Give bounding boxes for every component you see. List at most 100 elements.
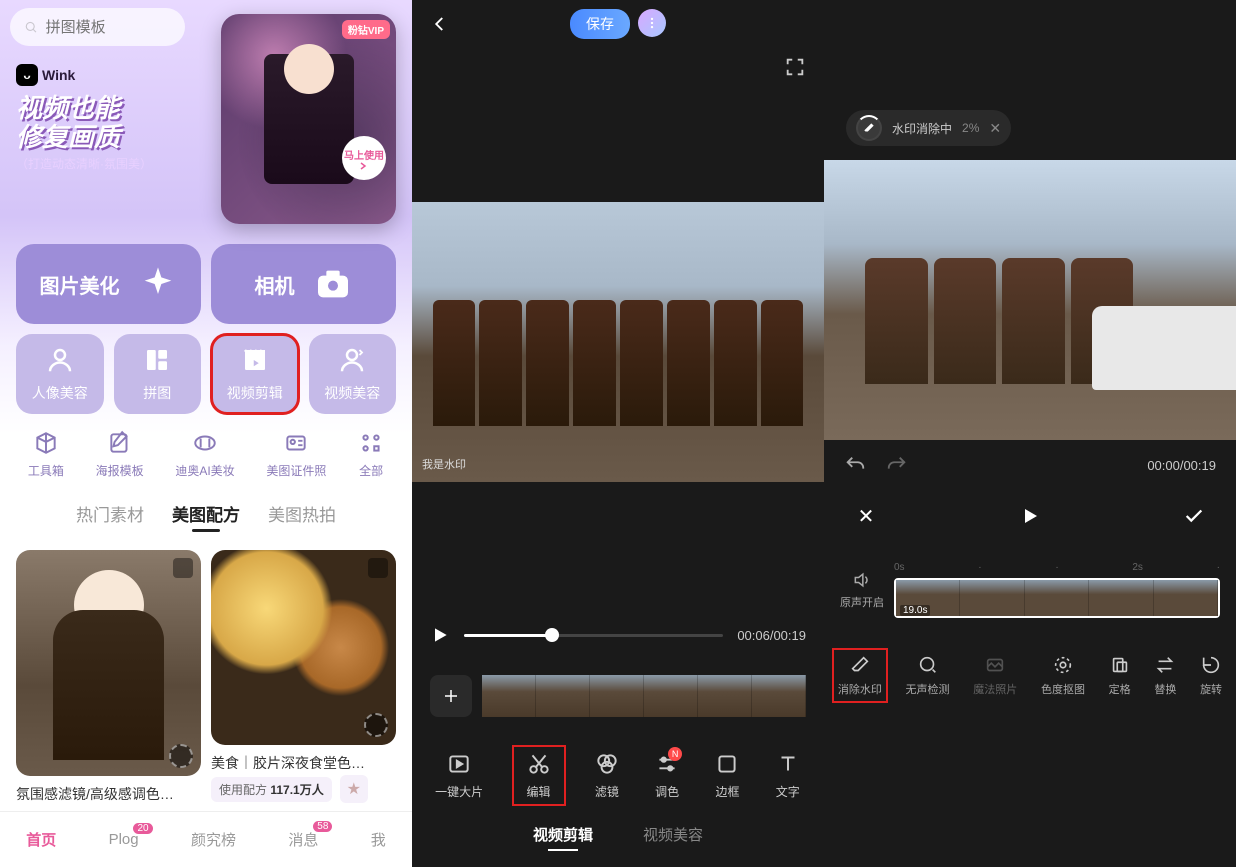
tool-replace[interactable]: 替换 xyxy=(1154,654,1176,697)
wink-logo-icon: ᴗ xyxy=(16,64,38,86)
tab-recipe[interactable]: 美图配方 xyxy=(172,501,240,532)
portrait-beauty-button[interactable]: 人像美容 xyxy=(16,334,104,414)
subtab-video-beauty[interactable]: 视频美容 xyxy=(643,824,703,851)
tool-freeze[interactable]: 定格 xyxy=(1109,654,1131,697)
collage-button[interactable]: 拼图 xyxy=(114,334,202,414)
feed-title: 美食｜胶片深夜食堂色… xyxy=(211,753,396,769)
camera-button[interactable]: 相机 xyxy=(211,244,396,324)
content-tabs: 热门素材 美图配方 美图热拍 xyxy=(0,491,412,542)
progress-slider[interactable] xyxy=(464,634,723,637)
clapperboard-icon xyxy=(240,345,270,375)
confirm-button[interactable] xyxy=(1182,504,1206,528)
more-button[interactable] xyxy=(638,9,666,37)
check-icon xyxy=(1183,505,1205,527)
redo-icon[interactable] xyxy=(886,454,908,476)
toolbox-button[interactable]: 工具箱 xyxy=(28,430,64,479)
meitu-home-screen: ᴗ Wink 视频也能 修复画质 （打造动态清晰·氛围美） 粉钻VIP 马上使用… xyxy=(0,0,412,867)
feed-card[interactable]: 美食｜胶片深夜食堂色… 使用配方 117.1万人 ★ xyxy=(211,550,396,803)
save-button[interactable]: 保存 xyxy=(570,9,630,39)
play-icon[interactable] xyxy=(430,625,450,645)
tab-hot-material[interactable]: 热门素材 xyxy=(76,501,144,532)
cube-icon xyxy=(33,430,59,456)
tool-magic-photo[interactable]: 魔法照片 xyxy=(973,654,1017,697)
dior-ai-button[interactable]: 迪奥AI美妆 xyxy=(175,430,234,479)
tool-color[interactable]: N调色 xyxy=(654,751,680,800)
eraser-spinner-icon xyxy=(856,115,882,141)
time-display: 00:06/00:19 xyxy=(737,628,806,643)
ruler-marks: 0s··2s· xyxy=(894,562,1220,573)
nav-plog[interactable]: Plog20 xyxy=(109,831,139,848)
chroma-icon xyxy=(1052,654,1074,676)
editor-topbar: 保存 xyxy=(412,0,824,48)
chevron-right-icon xyxy=(359,162,369,170)
promo-card[interactable]: 粉钻VIP 马上使用 xyxy=(221,14,396,224)
sparkle-icon xyxy=(138,264,178,304)
swap-icon xyxy=(1154,654,1176,676)
text-icon xyxy=(775,751,801,777)
back-button[interactable] xyxy=(426,10,454,38)
main-buttons: 图片美化 相机 xyxy=(0,234,412,334)
video-beauty-button[interactable]: 视频美容 xyxy=(309,334,397,414)
tool-silent-detect[interactable]: 无声检测 xyxy=(906,654,950,697)
nav-me[interactable]: 我 xyxy=(371,829,386,850)
image-tag-icon xyxy=(173,558,193,578)
tool-chroma-key[interactable]: 色度抠图 xyxy=(1041,654,1085,697)
tool-oneclick[interactable]: 一键大片 xyxy=(435,751,483,800)
tool-text[interactable]: 文字 xyxy=(775,751,801,800)
feed-image xyxy=(211,550,396,745)
small-tools-row: 工具箱 海报模板 迪奥AI美妆 美图证件照 全部 xyxy=(0,424,412,491)
video-editor-screen: 保存 我是水印 00:06/00:19 一键大片 编辑 滤镜 N调色 边框 xyxy=(412,0,824,867)
close-button[interactable]: ✕ xyxy=(854,504,878,528)
tool-rotate[interactable]: 旋转 xyxy=(1200,654,1222,697)
hero-banner: ᴗ Wink 视频也能 修复画质 （打造动态清晰·氛围美） 粉钻VIP 马上使用 xyxy=(0,14,412,184)
cancel-watermark-button[interactable]: ✕ xyxy=(989,120,1001,137)
tool-row: 人像美容 拼图 视频剪辑 视频美容 xyxy=(0,334,412,424)
camera-icon xyxy=(313,264,353,304)
vip-badge: 粉钻VIP xyxy=(342,20,390,39)
progress-knob[interactable] xyxy=(545,628,559,642)
clip-duration: 19.0s xyxy=(900,605,930,616)
collage-icon xyxy=(142,345,172,375)
plus-icon xyxy=(442,687,460,705)
use-now-button[interactable]: 马上使用 xyxy=(342,136,386,180)
subtab-video-edit[interactable]: 视频剪辑 xyxy=(533,824,593,851)
clip-strip[interactable] xyxy=(894,578,1220,618)
id-photo-button[interactable]: 美图证件照 xyxy=(266,430,326,479)
promo-title-1: 视频也能 xyxy=(16,94,152,123)
editor-subtabs: 视频剪辑 视频美容 xyxy=(412,814,824,867)
nav-rank[interactable]: 颜究榜 xyxy=(191,829,236,850)
beautify-button[interactable]: 图片美化 xyxy=(16,244,201,324)
filter-icon xyxy=(594,751,620,777)
sound-toggle[interactable]: 原声开启 xyxy=(840,570,884,610)
tool-edit[interactable]: 编辑 xyxy=(518,751,560,800)
nav-messages[interactable]: 消息58 xyxy=(288,829,318,850)
feed-card[interactable]: 氛围感滤镜/高级感调色… xyxy=(16,550,201,803)
clip-strip[interactable] xyxy=(482,675,806,717)
video-preview[interactable]: 我是水印 xyxy=(412,78,824,605)
timeline xyxy=(412,665,824,727)
grid-icon xyxy=(358,430,384,456)
fullscreen-icon[interactable] xyxy=(784,56,806,78)
person-icon xyxy=(45,345,75,375)
tool-border[interactable]: 边框 xyxy=(714,751,740,800)
status-percent: 2% xyxy=(962,121,979,135)
use-recipe-button[interactable]: 使用配方 117.1万人 xyxy=(211,777,332,802)
video-edit-button[interactable]: 视频剪辑 xyxy=(211,334,299,414)
timeline: 原声开启 0s··2s· 19.0s xyxy=(824,542,1236,648)
search-wave-icon xyxy=(917,654,939,676)
nav-home[interactable]: 首页 xyxy=(26,829,56,850)
favorite-button[interactable]: ★ xyxy=(340,775,368,803)
poster-button[interactable]: 海报模板 xyxy=(96,430,144,479)
undo-icon[interactable] xyxy=(844,454,866,476)
border-icon xyxy=(714,751,740,777)
play-icon[interactable] xyxy=(1018,504,1042,528)
tool-remove-watermark[interactable]: 消除水印 xyxy=(838,654,882,697)
video-preview[interactable] xyxy=(824,160,1236,440)
tab-hot-shoot[interactable]: 美图热拍 xyxy=(268,501,336,532)
timeline-ruler[interactable]: 0s··2s· 19.0s xyxy=(894,562,1220,618)
promo-subtitle: （打造动态清晰·氛围美） xyxy=(16,155,152,172)
tool-filter[interactable]: 滤镜 xyxy=(594,751,620,800)
time-display: 00:00/00:19 xyxy=(1147,458,1216,473)
all-button[interactable]: 全部 xyxy=(358,430,384,479)
add-clip-button[interactable] xyxy=(430,675,472,717)
